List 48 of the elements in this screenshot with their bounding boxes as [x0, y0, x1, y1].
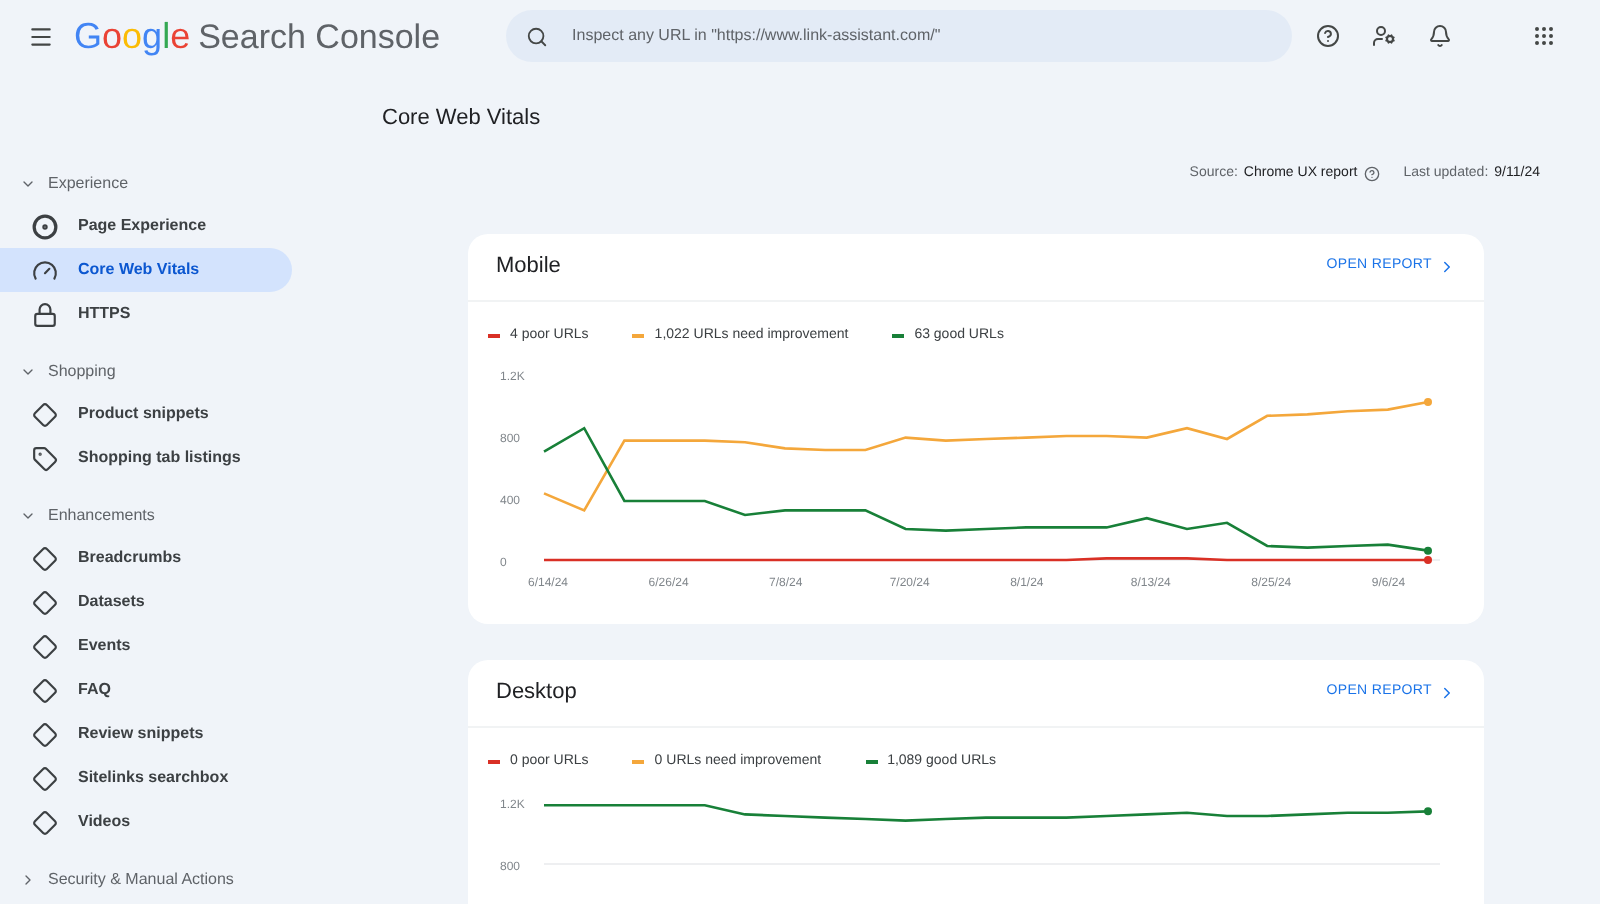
- diamond-icon: [32, 677, 58, 703]
- sidebar-item[interactable]: Shopping tab listings: [0, 436, 292, 480]
- page-title: Core Web Vitals: [382, 106, 541, 130]
- chevron-down-icon: [20, 176, 36, 192]
- sidebar-item[interactable]: Core Web Vitals: [0, 248, 292, 292]
- help-icon[interactable]: [1363, 166, 1380, 183]
- sidebar-item[interactable]: Page Experience: [0, 204, 292, 248]
- card-title: Mobile: [496, 251, 561, 282]
- section-header[interactable]: Shopping: [0, 352, 380, 392]
- diamond-icon: [32, 809, 58, 835]
- section-header[interactable]: Enhancements: [0, 496, 380, 536]
- diamond-icon: [32, 721, 58, 747]
- sidebar-item[interactable]: Datasets: [0, 580, 292, 624]
- search-field[interactable]: Inspect any URL in "https://www.link-assistant.com/": [506, 10, 1293, 62]
- apps-icon[interactable]: [1532, 24, 1556, 48]
- sidebar-item[interactable]: Events: [0, 624, 292, 668]
- section-header[interactable]: Security & Manual Actions: [0, 860, 380, 900]
- logo-brand: Google: [74, 13, 191, 60]
- sidebar-item[interactable]: Sitelinks searchbox: [0, 756, 292, 800]
- chevron-right-icon: [1438, 684, 1456, 702]
- sidebar-item[interactable]: HTTPS: [0, 292, 292, 336]
- lock-icon: [32, 301, 58, 327]
- card-title: Desktop: [496, 678, 577, 709]
- chevron-right-icon: [1438, 257, 1456, 275]
- sidebar-item[interactable]: FAQ: [0, 668, 292, 712]
- sidebar-item[interactable]: Product snippets: [0, 392, 292, 436]
- tag-icon: [32, 445, 58, 471]
- diamond-icon: [32, 589, 58, 615]
- sidebar-item[interactable]: Videos: [0, 800, 292, 844]
- chevron-down-icon: [20, 508, 36, 524]
- circle-icon: [32, 213, 58, 239]
- diamond-icon: [32, 765, 58, 791]
- section-header[interactable]: Experience: [0, 164, 380, 204]
- menu-icon[interactable]: [28, 23, 54, 49]
- search-icon: [526, 25, 549, 47]
- search-input[interactable]: Inspect any URL in "https://www.link-assistant.com/": [572, 24, 1273, 48]
- diamond-icon: [32, 633, 58, 659]
- sidebar-item[interactable]: Breadcrumbs: [0, 536, 292, 580]
- chevron-right-icon: [20, 872, 36, 888]
- gauge-icon: [32, 257, 58, 283]
- diamond-icon: [32, 545, 58, 571]
- diamond-icon: [32, 401, 58, 427]
- help-icon[interactable]: [1316, 24, 1340, 48]
- logo-product: Search Console: [198, 15, 441, 59]
- sidebar-item[interactable]: Review snippets: [0, 712, 292, 756]
- chevron-down-icon: [20, 364, 36, 380]
- notifications-icon[interactable]: [1428, 24, 1452, 48]
- user-settings-icon[interactable]: [1372, 24, 1396, 48]
